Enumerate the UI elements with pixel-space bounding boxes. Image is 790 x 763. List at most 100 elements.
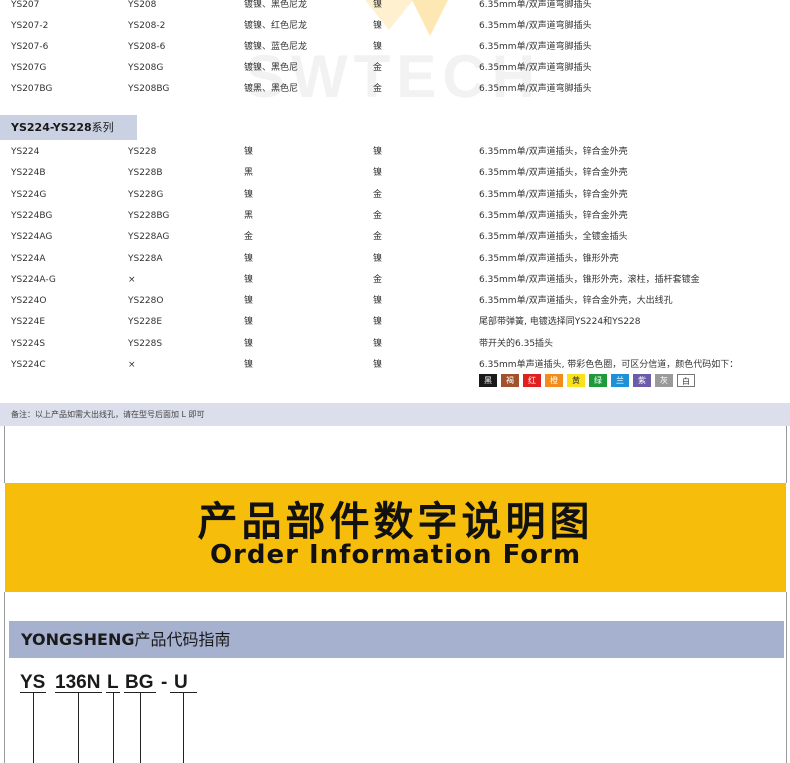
color-swatch: 白 bbox=[677, 374, 695, 387]
table-cell: 镀镍、蓝色尼龙 bbox=[244, 42, 308, 52]
table-cell: 镀镍、黑色尼龙 bbox=[244, 0, 308, 10]
table-cell: YS208-6 bbox=[128, 42, 166, 52]
table-cell: 镍 bbox=[244, 360, 254, 370]
frame-line bbox=[4, 592, 5, 763]
table-cell: 镍 bbox=[373, 147, 383, 157]
table-cell: YS224 bbox=[11, 147, 40, 157]
table-cell: YS228AG bbox=[128, 232, 170, 243]
table-cell: 镍 bbox=[244, 147, 254, 157]
banner-title-en: Order Information Form bbox=[209, 540, 582, 570]
table-cell: YS228G bbox=[128, 189, 164, 200]
table-cell: YS228A bbox=[128, 253, 163, 264]
code-leader-line bbox=[113, 692, 114, 763]
table-cell: × bbox=[128, 274, 136, 285]
table-cell: YS228 bbox=[128, 147, 157, 157]
table-cell: YS228B bbox=[128, 168, 163, 179]
table-cell: YS224A bbox=[11, 253, 46, 264]
order-info-page: SWTECH YS207 YS208 镀镍、黑色尼龙镍 6.35mm单/双声道弯脚插头… bbox=[0, 0, 790, 763]
table-cell: 镍 bbox=[373, 21, 383, 31]
table-cell: YS208-2 bbox=[128, 21, 166, 31]
table-cell: YS224A-G bbox=[11, 274, 56, 285]
table-cell: 镍 bbox=[373, 42, 383, 52]
table-cell: YS224C bbox=[11, 360, 46, 370]
table-cell: 镍 bbox=[244, 338, 254, 349]
series-suffix: 系列 bbox=[91, 121, 114, 134]
table-cell: 镍 bbox=[244, 274, 254, 285]
table-cell: YS208G bbox=[128, 63, 164, 73]
table-row: YS224O YS228O 镍 镍 6.35mm单/双声道插头，锌合金外壳，大出线孔 bbox=[0, 292, 790, 310]
table-cell: 6.35mm单/双声道插头，全镀金插头 bbox=[479, 232, 628, 243]
color-code-swatches: 黑褐红橙黄绿兰紫灰白 bbox=[479, 374, 695, 387]
table-cell: 镍 bbox=[244, 296, 254, 307]
table-row: YS224E YS228E 镍 镍 尾部带弹簧, 电镀选择同YS224和YS228 bbox=[0, 313, 790, 331]
table-cell: YS207 bbox=[11, 0, 40, 10]
color-swatch: 兰 bbox=[611, 374, 629, 387]
code-part-suffix: U bbox=[174, 672, 188, 693]
table-row: YS207 YS208 镀镍、黑色尼龙 镍 6.35mm单/双声道弯脚插头 bbox=[0, 0, 790, 14]
color-swatch: 黑 bbox=[479, 374, 497, 387]
table-cell: 黑 bbox=[244, 210, 254, 221]
code-part-outlet: L bbox=[107, 672, 119, 693]
table-cell: 金 bbox=[373, 189, 383, 200]
table-cell: 黑 bbox=[244, 168, 254, 179]
guide-label: 产品代码指南 bbox=[134, 630, 231, 649]
table-cell: 金 bbox=[373, 232, 383, 243]
table-cell: 6.35mm单/双声道插头，锥形外壳，滚柱，插杆套镀金 bbox=[479, 274, 700, 285]
table-cell: YS207-2 bbox=[11, 21, 49, 31]
table-cell: 6.35mm单/双声道插头，锌合金外壳，大出线孔 bbox=[479, 296, 673, 307]
table-cell: × bbox=[128, 360, 136, 370]
guide-brand: YONGSHENG bbox=[21, 630, 135, 649]
table-cell: YS228S bbox=[128, 338, 163, 349]
table-cell: 6.35mm单/双声道插头，锌合金外壳 bbox=[479, 168, 628, 179]
table-cell: 6.35mm单/双声道插头，锌合金外壳 bbox=[479, 189, 628, 200]
table-cell: 尾部带弹簧, 电镀选择同YS224和YS228 bbox=[479, 317, 641, 328]
table-cell: 金 bbox=[373, 84, 383, 94]
table-row: YS224A-G × 镍 金 6.35mm单/双声道插头，锥形外壳，滚柱，插杆套镀金 bbox=[0, 271, 790, 289]
color-swatch: 红 bbox=[523, 374, 541, 387]
table-cell: YS208 bbox=[128, 0, 157, 10]
frame-line bbox=[786, 426, 787, 483]
table-cell: 镍 bbox=[373, 253, 383, 264]
table-cell: YS224G bbox=[11, 189, 47, 200]
color-swatch: 褐 bbox=[501, 374, 519, 387]
table-cell: YS224S bbox=[11, 338, 46, 349]
table-cell: 镀镍、黑色尼 bbox=[244, 63, 299, 73]
table-cell: YS224AG bbox=[11, 232, 53, 243]
code-part-model: 136N bbox=[55, 672, 101, 693]
table-cell: YS207BG bbox=[11, 84, 53, 94]
series-code: YS224-YS228 bbox=[11, 121, 92, 134]
table-cell: 镍 bbox=[244, 317, 254, 328]
series-header: YS224-YS228系列 bbox=[0, 115, 137, 140]
table-cell: YS228O bbox=[128, 296, 164, 307]
table-cell: 6.35mm单/双声道弯脚插头 bbox=[479, 21, 592, 31]
color-swatch: 绿 bbox=[589, 374, 607, 387]
table-cell: 6.35mm单/双声道插头，锌合金外壳 bbox=[479, 147, 628, 157]
frame-line bbox=[786, 592, 787, 763]
banner-title-zh: 产品部件数字说明图 bbox=[197, 499, 594, 545]
table-cell: 镍 bbox=[244, 253, 254, 264]
code-part-dash: - bbox=[161, 672, 168, 693]
table-cell: YS224E bbox=[11, 317, 46, 328]
table-row: YS224C × 镍 镍 6.35mm单声道插头, 带彩色色圈，可区分信道，颜色代码如下… bbox=[0, 356, 790, 374]
table-row: YS224S YS228S 镍 镍 带开关的6.35插头 bbox=[0, 335, 790, 353]
code-leader-line bbox=[140, 692, 141, 763]
code-leader-line bbox=[33, 692, 34, 763]
table-cell: 镀镍、红色尼龙 bbox=[244, 21, 308, 31]
order-info-banner: 产品部件数字说明图 Order Information Form bbox=[5, 483, 786, 592]
table-row: YS224AG YS228AG 金 金 6.35mm单/双声道插头，全镀金插头 bbox=[0, 228, 790, 246]
color-swatch: 灰 bbox=[655, 374, 673, 387]
code-part-prefix: YS bbox=[20, 672, 46, 693]
table-cell: 金 bbox=[244, 232, 254, 243]
table-row: YS207-6 YS208-6 镀镍、蓝色尼龙 镍 6.35mm单/双声道弯脚插头 bbox=[0, 38, 790, 56]
table-cell: 6.35mm单/双声道弯脚插头 bbox=[479, 84, 592, 94]
table-cell: YS228E bbox=[128, 317, 163, 328]
table-cell: YS228BG bbox=[128, 210, 170, 221]
table-cell: 镍 bbox=[244, 189, 254, 200]
table-cell: 6.35mm单/双声道插头，锌合金外壳 bbox=[479, 210, 628, 221]
table-row: YS224A YS228A 镍 镍 6.35mm单/双声道插头，锥形外壳 bbox=[0, 250, 790, 268]
color-swatch: 橙 bbox=[545, 374, 563, 387]
table-cell: YS224B bbox=[11, 168, 46, 179]
table-row: YS224G YS228G 镍 金 6.35mm单/双声道插头，锌合金外壳 bbox=[0, 186, 790, 204]
table-cell: 镍 bbox=[373, 296, 383, 307]
table-cell: 金 bbox=[373, 210, 383, 221]
